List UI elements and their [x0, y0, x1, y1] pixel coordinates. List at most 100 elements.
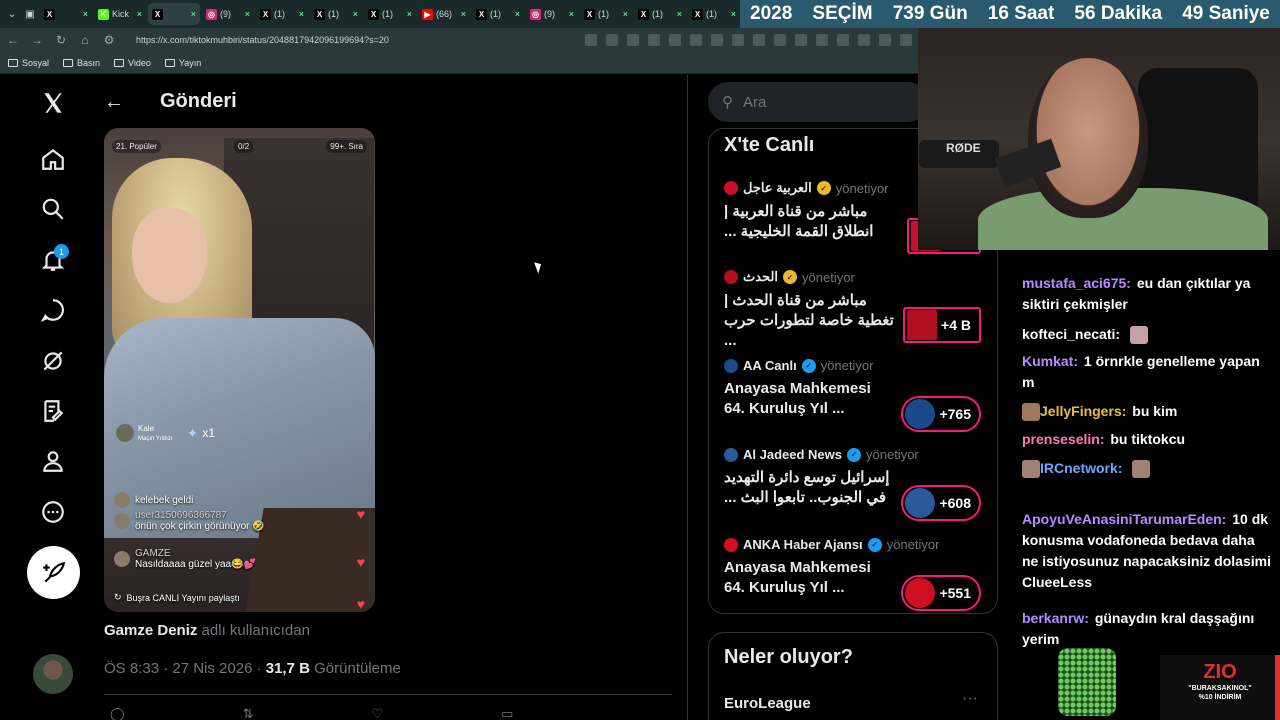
home-button[interactable]: ⌂: [78, 33, 92, 47]
live-broadcast-item[interactable]: ANKA Haber Ajansı ✓ yönetiyor Anayasa Mahke…: [724, 537, 989, 611]
browser-tab[interactable]: X (1) ×: [688, 3, 740, 25]
close-tab-icon[interactable]: ×: [515, 9, 520, 19]
more-options-icon[interactable]: ···: [962, 690, 978, 708]
forward-button[interactable]: →: [30, 33, 44, 47]
browser-tab[interactable]: X (1) ×: [310, 3, 362, 25]
x-logo-icon[interactable]: [38, 88, 68, 118]
bookmark-icon[interactable]: [38, 396, 68, 426]
close-tab-icon[interactable]: ×: [353, 9, 358, 19]
extension-icon[interactable]: [858, 34, 870, 46]
extension-icon[interactable]: [816, 34, 828, 46]
chat-username[interactable]: Kumkat:: [1022, 353, 1078, 369]
listener-count-pill[interactable]: +4 B: [903, 307, 981, 343]
sponsor-code: "BURAKSAKINOL": [1188, 685, 1252, 692]
listener-count-pill[interactable]: +765: [901, 396, 981, 432]
close-tab-icon[interactable]: ×: [623, 9, 628, 19]
emote-jar: [1058, 648, 1116, 716]
reply-icon[interactable]: ◯: [110, 706, 125, 720]
attribution-user[interactable]: Gamze Deniz: [104, 622, 197, 639]
close-tab-icon[interactable]: ×: [569, 9, 574, 19]
chat-username[interactable]: ApoyuVeAnasiniTarumarEden:: [1022, 511, 1226, 527]
extension-icon[interactable]: [837, 34, 849, 46]
extension-icon[interactable]: [753, 34, 765, 46]
post-time[interactable]: ÖS 8:33 · 27 Nis 2026 ·: [104, 660, 266, 677]
close-tab-icon[interactable]: ×: [191, 9, 196, 19]
popular-rank: 21. Popüler: [112, 140, 161, 153]
listener-count-pill[interactable]: +608: [901, 485, 981, 521]
bookmark-folder[interactable]: Basın: [63, 58, 100, 68]
back-button[interactable]: ←: [6, 33, 20, 47]
close-tab-icon[interactable]: ×: [677, 9, 682, 19]
bookmark-post-icon[interactable]: ▭: [501, 706, 513, 720]
like-icon[interactable]: ♡: [371, 706, 383, 720]
extension-icon[interactable]: [711, 34, 723, 46]
browser-tab[interactable]: X (1) ×: [580, 3, 632, 25]
chat-username[interactable]: mustafa_aci675:: [1022, 275, 1131, 291]
search-icon[interactable]: [38, 194, 68, 224]
live-broadcast-item[interactable]: Al Jadeed News ✓ yönetiyor إسرائيل توسع دائ…: [724, 447, 989, 521]
extension-icon[interactable]: [627, 34, 639, 46]
extension-icon[interactable]: [732, 34, 744, 46]
close-tab-icon[interactable]: ×: [731, 9, 736, 19]
bookmark-folder[interactable]: Sosyal: [8, 58, 49, 68]
browser-tab[interactable]: X ×: [148, 3, 200, 25]
close-tab-icon[interactable]: ×: [407, 9, 412, 19]
feather-plus-icon: [42, 561, 65, 582]
extension-icon[interactable]: [585, 34, 597, 46]
extension-icon[interactable]: [900, 34, 912, 46]
repost-icon[interactable]: ⇅: [243, 706, 254, 720]
chat-username[interactable]: kofteci_necati:: [1022, 326, 1120, 342]
extension-icon[interactable]: [774, 34, 786, 46]
host-name: الحدث: [743, 269, 779, 284]
x-logo-icon: X: [368, 8, 379, 20]
live-broadcast-item[interactable]: AA Canlı ✓ yönetiyor Anayasa Mahkemesi 64. …: [724, 358, 989, 432]
close-tab-icon[interactable]: ×: [245, 9, 250, 19]
extension-icon[interactable]: [606, 34, 618, 46]
trend-item[interactable]: EuroLeague: [724, 695, 811, 712]
account-avatar[interactable]: [33, 654, 73, 694]
chat-message: berkanrw: günaydın kral daşşağını yerim: [1022, 608, 1274, 650]
browser-tab[interactable]: ◎ (9) ×: [526, 3, 578, 25]
site-info-icon[interactable]: ⚙: [102, 33, 116, 47]
tab-list-chevron-icon[interactable]: ⌄: [4, 6, 20, 22]
live-broadcast-item[interactable]: الحدث ✓ yönetiyor مباشر من قناة الحدث | تغط…: [724, 269, 989, 351]
search-box[interactable]: ⚲ Ara: [708, 82, 928, 122]
browser-tab[interactable]: K Kick ×: [94, 3, 146, 25]
chat-username[interactable]: berkanrw:: [1022, 610, 1089, 626]
close-tab-icon[interactable]: ×: [461, 9, 466, 19]
browser-tab[interactable]: ◎ (9) ×: [202, 3, 254, 25]
extension-icon[interactable]: [795, 34, 807, 46]
post-video[interactable]: 21. Popüler 0/2 99+. Sıra Kale Maçın Yıl…: [104, 128, 375, 612]
extension-icon[interactable]: [879, 34, 891, 46]
more-icon[interactable]: [38, 497, 68, 527]
chat-username[interactable]: prenseselin:: [1022, 431, 1104, 447]
bookmark-folder[interactable]: Video: [114, 58, 151, 68]
back-arrow-icon[interactable]: ←: [104, 91, 124, 114]
url-field[interactable]: https://x.com/tiktokmuhbiri/status/20488…: [136, 35, 389, 45]
bookmark-folder[interactable]: Yayın: [164, 58, 201, 68]
chat-message: ApoyuVeAnasiniTarumarEden: 10 dk konusma…: [1022, 509, 1274, 593]
browser-tab[interactable]: X (1) ×: [472, 3, 524, 25]
browser-tab[interactable]: ▶ (66) ×: [418, 3, 470, 25]
browser-tab[interactable]: X (1) ×: [256, 3, 308, 25]
compose-post-button[interactable]: [27, 546, 80, 599]
extension-icon[interactable]: [690, 34, 702, 46]
chat-message: Kumkat: 1 örnrkle genelleme yapan m: [1022, 351, 1274, 393]
listener-count-pill[interactable]: +551: [901, 575, 981, 611]
home-icon[interactable]: [38, 144, 68, 174]
chat-username[interactable]: IRCnetwork:: [1040, 460, 1122, 476]
reload-button[interactable]: ↻: [54, 33, 68, 47]
browser-tab[interactable]: X (1) ×: [634, 3, 686, 25]
browser-tab[interactable]: X ×: [40, 3, 92, 25]
chat-username[interactable]: JellyFingers:: [1040, 403, 1126, 419]
extension-icon[interactable]: [669, 34, 681, 46]
profile-icon[interactable]: [38, 446, 68, 476]
workspaces-icon[interactable]: ▣: [22, 6, 38, 22]
close-tab-icon[interactable]: ×: [83, 9, 88, 19]
close-tab-icon[interactable]: ×: [299, 9, 304, 19]
grok-icon[interactable]: [38, 346, 68, 376]
chat-icon[interactable]: [38, 295, 68, 325]
browser-tab[interactable]: X (1) ×: [364, 3, 416, 25]
close-tab-icon[interactable]: ×: [137, 9, 142, 19]
extension-icon[interactable]: [648, 34, 660, 46]
